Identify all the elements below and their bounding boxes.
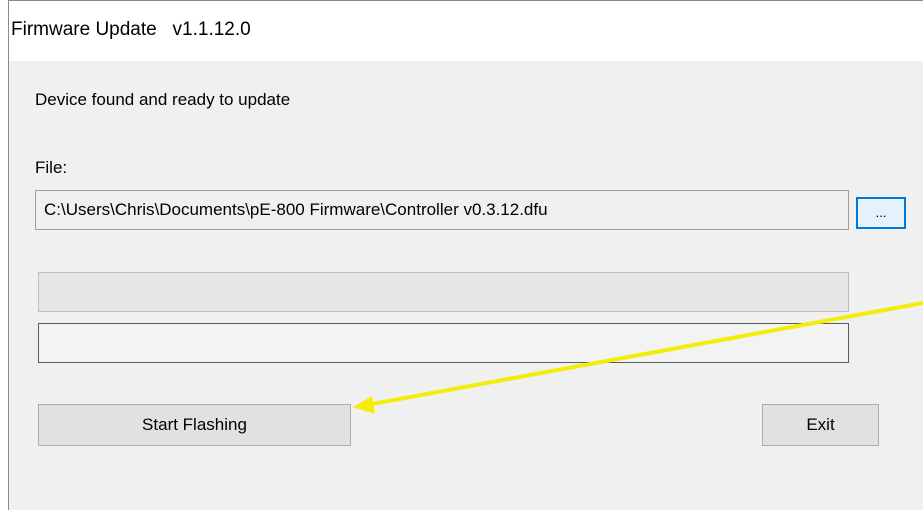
window-title: Firmware Update v1.1.12.0 [11,19,251,40]
progress-bar-overall [38,272,849,312]
progress-bar-current [38,323,849,363]
firmware-update-window: Firmware Update v1.1.12.0 Device found a… [8,0,923,510]
title-bar[interactable]: Firmware Update v1.1.12.0 [9,1,923,61]
file-label: File: [35,158,68,177]
browse-button[interactable]: ... [856,197,906,229]
file-path-field[interactable] [35,190,849,230]
start-flashing-button[interactable]: Start Flashing [38,404,351,446]
exit-button[interactable]: Exit [762,404,879,446]
status-message: Device found and ready to update [35,90,291,109]
